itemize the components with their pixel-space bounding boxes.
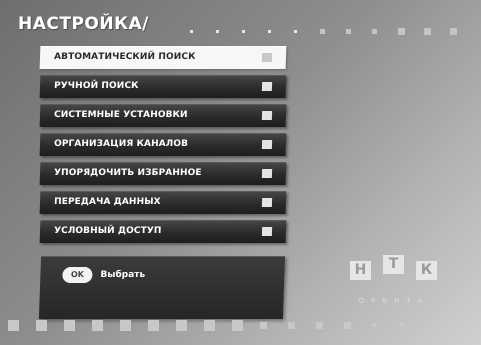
decor-dot xyxy=(190,29,193,33)
decor-square xyxy=(148,319,159,331)
menu-item-sort-favorites[interactable]: УПОРЯДОЧИТЬ ИЗБРАННОЕ xyxy=(39,162,287,185)
menu-item-label: АВТОМАТИЧЕСКИЙ ПОИСК xyxy=(53,52,196,62)
decor-square xyxy=(36,319,47,331)
decor-dot xyxy=(372,28,377,34)
menu-item-data-transfer[interactable]: ПЕРЕДАЧА ДАННЫХ xyxy=(39,191,287,214)
menu-item-channel-organization[interactable]: ОРГАНИЗАЦИЯ КАНАЛОВ xyxy=(39,133,287,156)
footer-squares-decoration xyxy=(0,318,481,332)
menu-item-label: РУЧНОЙ ПОИСК xyxy=(53,81,139,91)
menu-item-label: СИСТЕМНЫЕ УСТАНОВКИ xyxy=(53,110,188,120)
menu-item-marker-icon xyxy=(261,53,273,62)
menu-item-marker-icon xyxy=(261,198,273,207)
decor-square xyxy=(400,323,404,327)
decor-dot xyxy=(320,28,325,34)
menu-item-label: ПЕРЕДАЧА ДАННЫХ xyxy=(53,197,161,207)
decor-dot xyxy=(450,27,457,35)
decor-square xyxy=(8,319,19,331)
logo-letter-t: Т xyxy=(383,255,404,274)
menu-item-label: ОРГАНИЗАЦИЯ КАНАЛОВ xyxy=(53,139,189,149)
decor-dot xyxy=(216,29,219,33)
menu-item-marker-icon xyxy=(261,111,273,120)
menu-item-label: УСЛОВНЫЙ ДОСТУП xyxy=(53,226,162,236)
settings-screen: НАСТРОЙКА/ АВТОМАТИЧЕСКИЙ ПОИСК РУЧНОЙ П… xyxy=(0,0,481,345)
decor-square xyxy=(232,319,243,331)
menu-item-marker-icon xyxy=(261,227,273,236)
decor-square xyxy=(204,319,215,331)
menu-item-auto-search[interactable]: АВТОМАТИЧЕСКИЙ ПОИСК xyxy=(39,46,287,69)
menu-item-label: УПОРЯДОЧИТЬ ИЗБРАННОЕ xyxy=(53,168,202,178)
decor-dot xyxy=(424,27,431,35)
decor-dot xyxy=(242,29,245,33)
decor-square xyxy=(176,319,187,331)
page-title: НАСТРОЙКА/ xyxy=(18,14,149,34)
menu-item-marker-icon xyxy=(261,140,273,149)
menu-item-system-settings[interactable]: СИСТЕМНЫЕ УСТАНОВКИ xyxy=(39,104,287,127)
decor-square xyxy=(344,321,351,329)
logo-letter-n: Н xyxy=(350,261,371,280)
menu-item-marker-icon xyxy=(261,82,273,91)
decor-square xyxy=(92,319,103,331)
decor-square xyxy=(64,319,75,331)
decor-dot xyxy=(346,28,351,34)
decor-square xyxy=(120,319,131,331)
ntk-orbita-logo: Н Т К ОРБИТА xyxy=(344,255,444,315)
decor-square xyxy=(288,321,295,329)
decor-square xyxy=(372,323,376,327)
decor-dot xyxy=(294,29,297,33)
menu-item-conditional-access[interactable]: УСЛОВНЫЙ ДОСТУП xyxy=(39,220,287,243)
menu-item-marker-icon xyxy=(261,169,273,178)
decor-square xyxy=(260,321,267,329)
menu-item-manual-search[interactable]: РУЧНОЙ ПОИСК xyxy=(39,75,287,98)
ok-button[interactable]: OK xyxy=(62,267,93,283)
decor-square xyxy=(456,323,460,327)
hint-panel: OK Выбрать xyxy=(38,256,286,319)
decor-square xyxy=(428,323,432,327)
decor-dot xyxy=(268,29,271,33)
logo-subtitle: ОРБИТА xyxy=(358,297,430,305)
hint-action-text: Выбрать xyxy=(100,270,146,280)
settings-menu: АВТОМАТИЧЕСКИЙ ПОИСК РУЧНОЙ ПОИСК СИСТЕМ… xyxy=(39,46,287,249)
decor-square xyxy=(316,321,323,329)
logo-letter-k: К xyxy=(416,261,437,280)
decor-dot xyxy=(398,27,405,35)
